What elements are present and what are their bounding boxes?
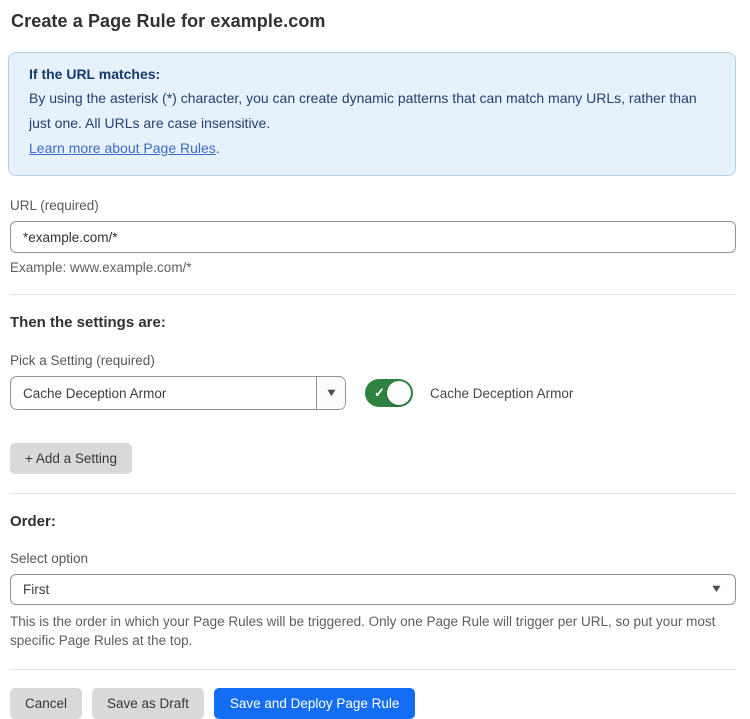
- info-box-heading: If the URL matches:: [29, 66, 715, 82]
- cancel-button[interactable]: Cancel: [10, 688, 82, 719]
- check-icon: ✓: [374, 385, 385, 401]
- footer-actions: Cancel Save as Draft Save and Deploy Pag…: [10, 688, 736, 719]
- save-draft-button[interactable]: Save as Draft: [92, 688, 204, 719]
- chevron-down-icon: ▼: [710, 584, 724, 595]
- settings-section-heading: Then the settings are:: [10, 314, 736, 331]
- add-setting-button[interactable]: + Add a Setting: [10, 443, 132, 474]
- order-select[interactable]: First ▼: [10, 574, 736, 605]
- info-box-body: By using the asterisk (*) character, you…: [29, 86, 709, 136]
- order-help-text: This is the order in which your Page Rul…: [10, 612, 730, 650]
- order-select-label: Select option: [10, 551, 736, 566]
- url-input[interactable]: [10, 221, 736, 253]
- learn-more-link[interactable]: Learn more about Page Rules: [29, 140, 216, 156]
- setting-picker-value: Cache Deception Armor: [11, 377, 316, 409]
- page-title: Create a Page Rule for example.com: [10, 11, 736, 32]
- setting-picker-label: Pick a Setting (required): [10, 353, 736, 368]
- info-box-link-line: Learn more about Page Rules.: [29, 136, 715, 161]
- url-field-label: URL (required): [10, 198, 736, 213]
- order-section-heading: Order:: [10, 513, 736, 530]
- link-suffix: .: [216, 140, 220, 156]
- chevron-down-icon: ▼: [324, 388, 338, 399]
- order-select-value: First: [11, 582, 711, 597]
- save-deploy-button[interactable]: Save and Deploy Page Rule: [214, 688, 416, 719]
- url-example-text: Example: www.example.com/*: [10, 260, 736, 275]
- cache-deception-armor-toggle[interactable]: ✓: [365, 379, 413, 407]
- page-rule-form: Create a Page Rule for example.com If th…: [0, 0, 750, 719]
- divider-3: [10, 669, 736, 670]
- divider-1: [10, 294, 736, 295]
- toggle-label: Cache Deception Armor: [430, 386, 573, 401]
- setting-row: Cache Deception Armor ▼ ✓ Cache Deceptio…: [10, 376, 736, 410]
- setting-picker-arrow-button[interactable]: ▼: [316, 377, 345, 409]
- toggle-knob: [387, 381, 411, 405]
- divider-2: [10, 493, 736, 494]
- setting-picker-select[interactable]: Cache Deception Armor ▼: [10, 376, 346, 410]
- url-match-info-box: If the URL matches: By using the asteris…: [8, 52, 736, 176]
